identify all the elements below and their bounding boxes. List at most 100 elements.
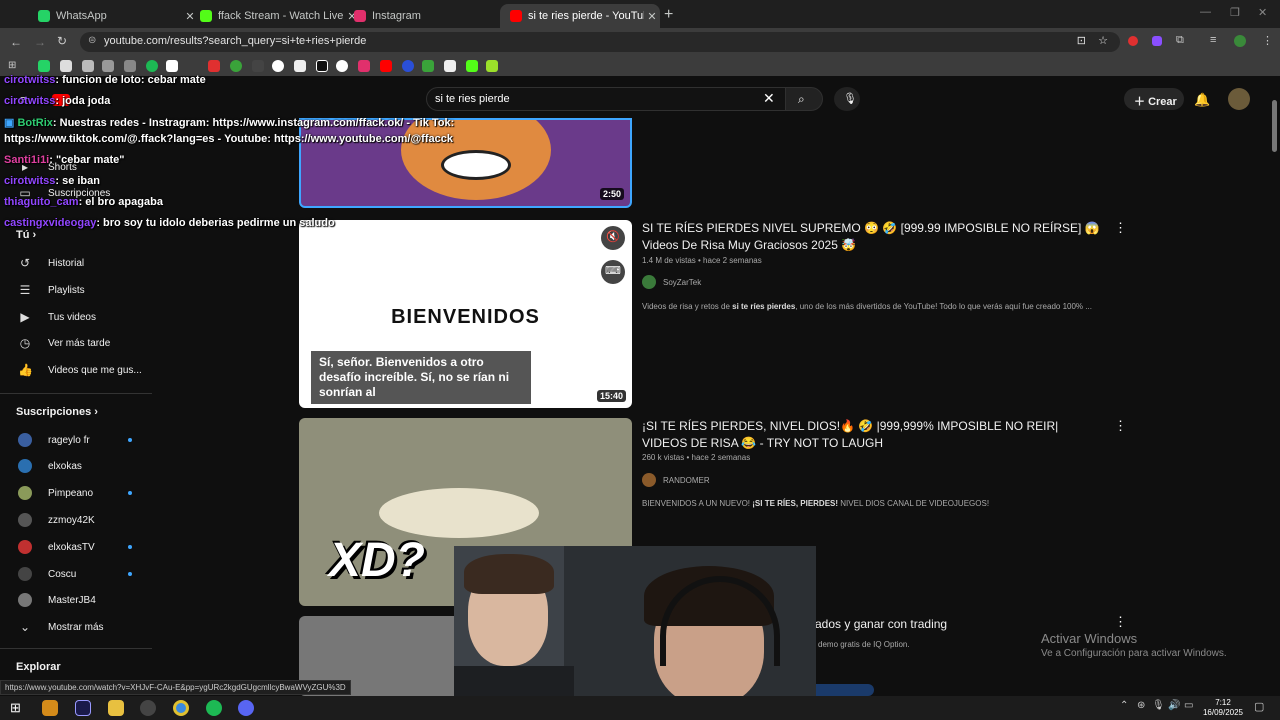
file-explorer-icon[interactable] (108, 700, 124, 716)
sidebar-show-more[interactable]: ⌄ Mostrar más (18, 620, 104, 634)
more-options-icon[interactable]: ⋮ (1114, 220, 1127, 236)
bookmark-icon[interactable] (124, 60, 136, 72)
extension-icon[interactable] (1128, 36, 1138, 46)
new-content-dot (128, 438, 132, 442)
bookmark-icon[interactable] (60, 60, 72, 72)
microphone-tray-icon[interactable]: 🎙 (1152, 700, 1165, 711)
channel-link[interactable]: SoyZarTek (642, 275, 701, 289)
instagram-bookmark-icon[interactable] (358, 60, 370, 72)
captions-button[interactable]: ⌨ (601, 260, 625, 284)
sidebar-sub-pimpeano[interactable]: Pimpeano (18, 486, 93, 500)
notifications-icon[interactable]: ▢ (1254, 700, 1264, 713)
bookmark-icon[interactable] (208, 60, 220, 72)
site-info-icon[interactable]: ⊜ (88, 35, 96, 46)
spotify-bookmark-icon[interactable] (146, 60, 158, 72)
tab-youtube[interactable]: si te ries pierde - YouTube ✕ (500, 4, 660, 28)
sidebar-item-watch-later[interactable]: ◷ Ver más tarde (18, 336, 111, 350)
chrome-menu-icon[interactable]: ⋮ (1262, 34, 1273, 47)
install-icon[interactable]: ⊡ (1077, 34, 1086, 47)
sidebar-sub-elxokastv[interactable]: elxokasTV (18, 540, 95, 554)
notifications-bell-icon[interactable]: 🔔 (1194, 92, 1210, 108)
sidebar-item-history[interactable]: ↺ Historial (18, 256, 84, 270)
extension-icon[interactable] (1152, 36, 1162, 46)
mute-button[interactable]: 🔇 (601, 226, 625, 250)
premiere-icon[interactable] (75, 700, 91, 716)
bookmark-icon[interactable] (102, 60, 114, 72)
close-icon[interactable]: ✕ (644, 10, 660, 23)
bookmark-icon[interactable] (402, 60, 414, 72)
tiktok-bookmark-icon[interactable] (316, 60, 328, 72)
bookmark-icon[interactable] (252, 60, 264, 72)
sidebar-item-liked-videos[interactable]: 👍 Videos que me gus... (18, 363, 142, 377)
sidebar-sub-zzmoy42k[interactable]: zzmoy42K (18, 513, 95, 527)
account-avatar[interactable] (1228, 88, 1250, 110)
voice-search-button[interactable]: 🎙 (834, 87, 860, 111)
tray-chevron-icon[interactable]: ⌃ (1120, 700, 1128, 711)
whatsapp-bookmark-icon[interactable] (38, 60, 50, 72)
youtube-bookmark-icon[interactable] (380, 60, 392, 72)
windows-start-icon[interactable]: ⊞ (10, 700, 21, 716)
sidebar-sub-masterjb4[interactable]: MasterJB4 (18, 593, 96, 607)
reading-list-icon[interactable]: ≡ (1210, 34, 1216, 46)
speaker-icon[interactable]: 🔊 (1168, 700, 1180, 711)
more-options-icon[interactable]: ⋮ (1114, 614, 1127, 630)
chrome-icon[interactable] (173, 700, 189, 716)
sidebar-item-your-videos[interactable]: ▶ Tus videos (18, 310, 96, 324)
sidebar-sub-rageylo[interactable]: rageylo fr (18, 433, 90, 447)
clear-search-icon[interactable]: ✕ (763, 90, 775, 107)
thumbnail-title: BIENVENIDOS (391, 306, 540, 328)
back-icon[interactable]: ← (10, 35, 22, 49)
maximize-button[interactable]: ❐ (1230, 6, 1240, 19)
channel-link[interactable]: RANDOMER (642, 473, 710, 487)
video-title[interactable]: ados y ganar con trading (815, 616, 1015, 633)
apps-grid-icon[interactable]: ⊞ (8, 60, 16, 71)
bookmark-icon[interactable] (272, 60, 284, 72)
avatar (18, 433, 32, 447)
sidebar-sub-coscu[interactable]: Coscu (18, 567, 76, 581)
extensions-puzzle-icon[interactable]: ⧉ (1176, 34, 1184, 47)
video-title[interactable]: ¡SI TE RÍES PIERDES, NIVEL DIOS!🔥 🤣 |999… (642, 418, 1102, 452)
profile-avatar[interactable] (1234, 35, 1246, 47)
scrollbar-thumb[interactable] (1272, 100, 1277, 152)
spotify-icon[interactable] (206, 700, 222, 716)
bookmark-icon[interactable] (444, 60, 456, 72)
video-thumbnail[interactable]: BIENVENIDOS Sí, señor. Bienvenidos a otr… (299, 220, 632, 408)
taskbar-app-icon[interactable] (42, 700, 58, 716)
video-thumbnail[interactable]: 2:50 (299, 118, 632, 208)
kick-bookmark-icon[interactable] (466, 60, 478, 72)
search-button[interactable]: ⌕ (785, 87, 823, 111)
sidebar-subscriptions-header[interactable]: Suscripciones › (16, 406, 98, 418)
sidebar-you-header[interactable]: Tú › (16, 229, 36, 241)
network-icon[interactable]: ▭ (1184, 700, 1193, 711)
chat-text: : el bro apagaba (78, 196, 163, 208)
sidebar-sub-elxokas[interactable]: elxokas (18, 459, 82, 473)
new-tab-button[interactable]: + (664, 6, 673, 24)
obs-icon[interactable] (140, 700, 156, 716)
bookmark-icon[interactable] (82, 60, 94, 72)
bookmark-icon[interactable] (166, 60, 178, 72)
clock[interactable]: 7:12 16/09/2025 (1200, 698, 1246, 718)
address-bar[interactable]: ⊜ youtube.com/results?search_query=si+te… (80, 32, 1120, 52)
discord-icon[interactable] (238, 700, 254, 716)
bookmark-icon[interactable] (230, 60, 242, 72)
bookmark-icon[interactable] (422, 60, 434, 72)
bookmark-star-icon[interactable]: ☆ (1098, 34, 1108, 47)
tray-app-icon[interactable]: ⊛ (1137, 700, 1145, 711)
video-title[interactable]: SI TE RÍES PIERDES NIVEL SUPREMO 😳 🤣 [99… (642, 220, 1102, 254)
tab-instagram[interactable]: Instagram ✕ (344, 4, 514, 28)
tab-whatsapp[interactable]: WhatsApp ✕ (28, 4, 198, 28)
more-options-icon[interactable]: ⋮ (1114, 418, 1127, 434)
forward-icon[interactable]: → (34, 35, 46, 49)
sidebar-item-label: Videos que me gus... (48, 364, 142, 376)
window-close-button[interactable]: ✕ (1258, 6, 1267, 19)
chat-username: Santi1i1i (4, 154, 50, 166)
bookmark-icon[interactable] (486, 60, 498, 72)
github-bookmark-icon[interactable] (336, 60, 348, 72)
create-button[interactable]: ＋ Crear (1124, 88, 1184, 110)
sidebar-item-playlists[interactable]: ☰ Playlists (18, 283, 85, 297)
tab-kick[interactable]: ffack Stream - Watch Live on K ✕ (190, 4, 360, 28)
minimize-button[interactable]: — (1200, 6, 1211, 18)
reload-icon[interactable]: ↻ (57, 34, 67, 48)
bookmark-icon[interactable] (294, 60, 306, 72)
search-input[interactable]: si te ries pierde (426, 87, 786, 111)
